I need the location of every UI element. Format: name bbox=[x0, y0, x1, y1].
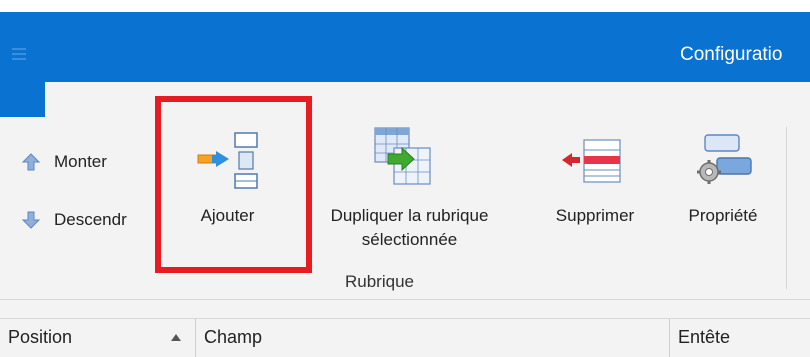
app-menu-icon[interactable] bbox=[12, 48, 26, 60]
add-button[interactable]: Ajouter bbox=[170, 126, 285, 236]
duplicate-label: Dupliquer la rubrique bbox=[330, 206, 489, 225]
window-title: Configuratio bbox=[680, 44, 783, 65]
delete-field-icon bbox=[558, 134, 628, 195]
duplicate-button[interactable]: Dupliquer la rubrique sélectionnée bbox=[292, 126, 527, 266]
column-header-champ[interactable]: Champ bbox=[196, 319, 670, 357]
add-label: Ajouter bbox=[200, 206, 255, 225]
top-margin bbox=[0, 0, 810, 12]
duplicate-label-line2: sélectionnée bbox=[361, 230, 458, 249]
column-header-position[interactable]: Position bbox=[0, 319, 196, 357]
move-down-button[interactable]: Descendr bbox=[20, 206, 127, 234]
move-up-button[interactable]: Monter bbox=[20, 148, 107, 176]
properties-label: Propriété bbox=[688, 206, 758, 225]
delete-label: Supprimer bbox=[555, 206, 635, 225]
active-ribbon-tab[interactable] bbox=[45, 82, 810, 117]
duplicate-field-icon bbox=[372, 124, 436, 193]
ribbon-group-label: Rubrique bbox=[345, 272, 414, 291]
sort-ascending-icon bbox=[171, 334, 181, 341]
ribbon-separator bbox=[786, 127, 787, 289]
add-field-icon bbox=[195, 130, 265, 199]
column-header-entete-label: Entête bbox=[678, 327, 731, 347]
move-down-label: Descendr bbox=[54, 210, 127, 229]
properties-icon bbox=[691, 132, 755, 197]
column-header-position-label: Position bbox=[8, 327, 73, 347]
column-header-entete[interactable]: Entête bbox=[670, 319, 810, 357]
column-header-champ-label: Champ bbox=[204, 327, 263, 347]
delete-button[interactable]: Supprimer bbox=[540, 126, 650, 236]
move-up-label: Monter bbox=[54, 152, 107, 171]
ribbon-bottom-border bbox=[0, 299, 810, 300]
properties-button[interactable]: Propriété bbox=[668, 126, 778, 236]
grid-header: Position Champ Entête bbox=[0, 318, 810, 357]
arrow-up-icon bbox=[20, 151, 42, 173]
arrow-down-icon bbox=[20, 209, 42, 231]
